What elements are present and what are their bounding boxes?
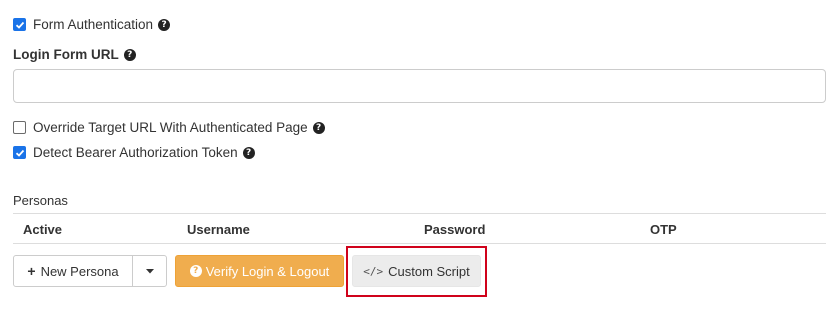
personas-title: Personas [13, 193, 68, 208]
form-authentication-checkbox[interactable] [13, 18, 26, 31]
question-circle-icon: ? [189, 265, 202, 277]
override-target-checkbox[interactable] [13, 121, 26, 134]
column-header-username: Username [187, 222, 250, 237]
login-form-url-label: Login Form URL [13, 47, 119, 62]
form-authentication-label: Form Authentication [33, 17, 154, 32]
custom-script-button[interactable]: </> Custom Script [352, 255, 481, 287]
new-persona-button[interactable]: + New Persona [14, 256, 133, 286]
caret-down-icon [145, 268, 154, 273]
verify-login-logout-label: Verify Login & Logout [205, 263, 330, 279]
form-authentication-settings: Form Authentication ? Login Form URL ? O… [0, 0, 833, 334]
question-circle-icon[interactable]: ? [242, 146, 255, 159]
personas-table-header: Active Username Password OTP [13, 213, 826, 244]
question-circle-icon[interactable]: ? [158, 18, 171, 31]
question-circle-icon[interactable]: ? [123, 48, 136, 61]
login-form-url-label-row: Login Form URL ? [13, 47, 136, 62]
verify-login-logout-button[interactable]: ? Verify Login & Logout [175, 255, 344, 287]
checkmark-icon [15, 149, 24, 157]
plus-icon: + [27, 263, 36, 279]
checkmark-icon [15, 21, 24, 29]
new-persona-label: New Persona [40, 263, 119, 279]
login-form-url-input[interactable] [13, 69, 826, 103]
detect-bearer-checkbox[interactable] [13, 146, 26, 159]
new-persona-button-group: + New Persona [13, 255, 167, 287]
code-icon: </> [363, 264, 384, 278]
column-header-password: Password [424, 222, 486, 237]
question-circle-icon[interactable]: ? [312, 121, 325, 134]
form-authentication-row[interactable]: Form Authentication ? [13, 17, 171, 32]
column-header-otp: OTP [650, 222, 677, 237]
override-target-row[interactable]: Override Target URL With Authenticated P… [13, 120, 325, 135]
override-target-label: Override Target URL With Authenticated P… [33, 120, 308, 135]
detect-bearer-row[interactable]: Detect Bearer Authorization Token ? [13, 145, 255, 160]
new-persona-dropdown-toggle[interactable] [133, 256, 166, 286]
detect-bearer-label: Detect Bearer Authorization Token [33, 145, 238, 160]
custom-script-label: Custom Script [388, 263, 470, 279]
column-header-active: Active [23, 222, 63, 237]
